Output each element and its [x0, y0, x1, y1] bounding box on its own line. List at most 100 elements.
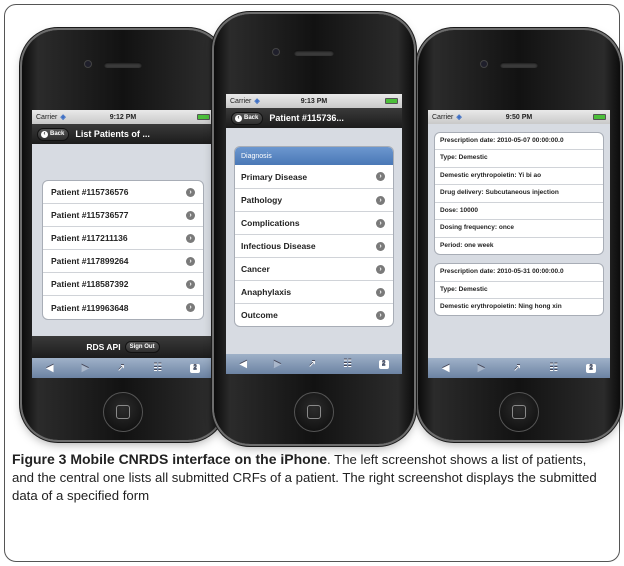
patient-label: Patient #117211136 — [51, 233, 128, 243]
share-icon[interactable]: ↗ — [308, 359, 316, 370]
patient-row[interactable]: Patient #115736576 › — [43, 181, 203, 204]
figure-caption: Figure 3 Mobile CNRDS interface on the i… — [12, 450, 610, 505]
patient-label: Patient #119963648 — [51, 302, 129, 313]
center-screen: Carrier ◈ 9:13 PM ‹ Back Patient #115736.… — [226, 94, 402, 374]
tabs-icon[interactable]: 2 — [378, 359, 389, 369]
home-button[interactable] — [103, 392, 143, 432]
back-button[interactable]: ‹ Back — [37, 127, 70, 141]
camera — [84, 60, 92, 68]
patient-row[interactable]: Patient #117899264 › — [43, 250, 203, 273]
crf-label: Cancer — [241, 264, 270, 274]
home-square-icon — [512, 405, 526, 419]
status-bar: Carrier ◈ 9:50 PM — [428, 110, 610, 124]
chevron-right-icon: › — [186, 210, 195, 220]
browser-toolbar: ◀ ▶ ↗ ☷ 2 — [32, 358, 214, 378]
back-arrow-icon[interactable]: ◀ — [46, 363, 54, 374]
tabs-icon[interactable]: 2 — [586, 363, 597, 373]
forward-arrow-icon[interactable]: ▶ — [477, 363, 485, 374]
home-square-icon — [307, 405, 321, 419]
chevron-right-icon: › — [186, 303, 195, 312]
footer-bar: RDS API Sign Out — [32, 336, 214, 358]
patient-row[interactable]: Patient #119963648 › — [43, 296, 203, 319]
crf-label: Outcome — [241, 310, 278, 320]
patient-label: Patient #118587392 — [51, 279, 129, 289]
back-button[interactable]: ‹ Back — [231, 111, 264, 125]
crf-label: Infectious Disease — [241, 241, 316, 251]
share-icon[interactable]: ↗ — [513, 363, 521, 374]
status-time: 9:13 PM — [300, 97, 328, 105]
right-iphone: Carrier ◈ 9:50 PM Prescription date: 201… — [418, 30, 620, 440]
patient-row[interactable]: Patient #115736577 › — [43, 204, 203, 227]
forward-arrow-icon[interactable]: ▶ — [274, 359, 282, 370]
speaker — [500, 62, 538, 68]
chevron-right-icon: › — [376, 218, 385, 228]
patient-label: Patient #115736577 — [51, 210, 129, 220]
chevron-right-icon: › — [186, 279, 195, 289]
patient-list: Patient #115736576 › Patient #115736577 › … — [42, 180, 204, 320]
bookmarks-icon[interactable]: ☷ — [153, 363, 162, 374]
center-iphone: Carrier ◈ 9:13 PM ‹ Back Patient #115736.… — [214, 14, 414, 444]
nav-bar: ‹ Back List Patients of ... — [32, 124, 214, 144]
crf-label: Pathology — [241, 195, 283, 205]
speaker — [294, 50, 334, 56]
chevron-right-icon: › — [376, 172, 385, 181]
form-field: Dose: 10000 — [435, 203, 603, 221]
patient-label: Patient #115736576 — [51, 187, 129, 197]
left-screen: Carrier ◈ 9:12 PM ‹ Back List Patients of… — [32, 110, 214, 378]
back-label: Back — [50, 131, 65, 137]
battery-icon — [197, 114, 210, 120]
chevron-right-icon: › — [376, 310, 385, 320]
crf-row[interactable]: Cancer › — [235, 257, 393, 280]
form-field: Demestic erythropoietin: Yi bi ao — [435, 168, 603, 186]
status-time: 9:50 PM — [505, 113, 533, 121]
home-square-icon — [116, 405, 130, 419]
camera — [272, 48, 280, 56]
forward-arrow-icon[interactable]: ▶ — [81, 363, 89, 374]
right-screen: Carrier ◈ 9:50 PM Prescription date: 201… — [428, 110, 610, 378]
crf-row[interactable]: Outcome › — [235, 303, 393, 326]
battery-icon — [385, 98, 398, 104]
crf-row[interactable]: Complications › — [235, 211, 393, 234]
browser-toolbar: ◀ ▶ ↗ ☷ 2 — [226, 354, 402, 374]
crf-row[interactable]: Primary Disease › — [235, 165, 393, 188]
sign-out-button[interactable]: Sign Out — [124, 341, 160, 353]
group-header: Diagnosis — [235, 147, 393, 165]
browser-toolbar: ◀ ▶ ↗ ☷ 2 — [428, 358, 610, 378]
status-bar: Carrier ◈ 9:12 PM — [32, 110, 214, 124]
nav-title: Patient #115736... — [269, 113, 344, 123]
tabs-icon[interactable]: 2 — [190, 363, 201, 373]
home-button[interactable] — [499, 392, 539, 432]
crf-row[interactable]: Infectious Disease › — [235, 234, 393, 257]
crf-label: Anaphylaxis — [241, 287, 292, 297]
bookmarks-icon[interactable]: ☷ — [343, 359, 352, 370]
crf-row[interactable]: Pathology › — [235, 188, 393, 211]
crf-list: Diagnosis Primary Disease › Pathology › Co… — [234, 146, 394, 327]
patient-row[interactable]: Patient #117211136 › — [43, 227, 203, 250]
back-arrow-icon[interactable]: ◀ — [442, 363, 450, 374]
caption-lead: Figure 3 Mobile CNRDS interface on the i… — [12, 451, 328, 467]
chevron-right-icon: › — [376, 287, 385, 297]
patient-row[interactable]: Patient #118587392 › — [43, 273, 203, 296]
status-time: 9:12 PM — [109, 113, 137, 121]
back-label: Back — [244, 115, 259, 121]
form-field: Prescription date: 2010-05-07 00:00:00.0 — [435, 133, 603, 151]
form-record-2: Prescription date: 2010-05-31 00:00:00.0… — [434, 263, 604, 317]
crf-label: Primary Disease — [241, 171, 308, 182]
back-arrow-icon[interactable]: ◀ — [239, 359, 247, 370]
chevron-right-icon: › — [376, 195, 385, 205]
footer-title: RDS API — [86, 342, 121, 352]
share-icon[interactable]: ↗ — [117, 363, 125, 374]
chevron-right-icon: › — [186, 233, 195, 243]
form-field: Demestic erythropoietin: Ning hong xin — [440, 302, 562, 310]
status-bar: Carrier ◈ 9:13 PM — [226, 94, 402, 108]
chevron-left-icon: ‹ — [235, 114, 242, 122]
camera — [480, 60, 488, 68]
form-field: Type: Demestic — [435, 282, 603, 299]
form-field: Prescription date: 2010-05-31 00:00:00.0 — [435, 264, 603, 282]
form-field: Type: Demestic — [435, 150, 603, 168]
home-button[interactable] — [294, 392, 334, 432]
crf-row[interactable]: Anaphylaxis › — [235, 280, 393, 303]
nav-title: List Patients of ... — [75, 129, 150, 139]
bookmarks-icon[interactable]: ☷ — [549, 363, 558, 374]
form-field: Drug delivery: Subcutaneous injection — [435, 185, 603, 203]
